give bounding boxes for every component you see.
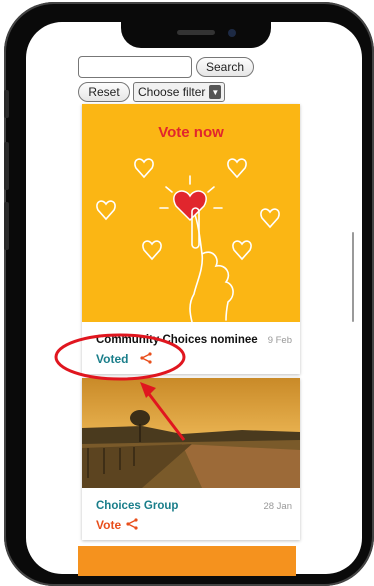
filter-select[interactable]: Choose filter ▼	[133, 82, 225, 102]
heart-outline-icon	[232, 240, 252, 261]
card-date: 28 Jan	[263, 501, 292, 512]
card-caption: Community Choices nominee 9 Feb Voted	[82, 322, 300, 374]
card-date: 9 Feb	[267, 335, 292, 346]
card-caption: Choices Group 28 Jan Vote	[82, 488, 300, 540]
search-button[interactable]: Search	[196, 57, 254, 77]
search-input[interactable]	[78, 56, 192, 78]
camera-icon	[228, 29, 236, 37]
bottom-banner[interactable]	[78, 546, 296, 576]
landscape-photo[interactable]	[82, 378, 300, 488]
voted-label[interactable]: Voted	[96, 352, 128, 366]
post-card[interactable]: Vote now Community Choices nominee 9 Feb…	[82, 104, 300, 374]
heart-outline-icon	[142, 240, 162, 261]
heart-outline-icon	[227, 158, 247, 179]
card-title[interactable]: Choices Group	[96, 500, 178, 512]
speaker-grille	[177, 30, 215, 35]
vote-now-banner[interactable]: Vote now	[82, 104, 300, 322]
heart-outline-icon	[260, 208, 280, 229]
heart-hand-illustration	[96, 158, 280, 322]
phone-screen: Search Reset Choose filter ▼ Vote now Co…	[26, 22, 362, 574]
post-card[interactable]: Choices Group 28 Jan Vote	[82, 378, 300, 540]
chevron-down-icon: ▼	[209, 85, 222, 99]
mute-switch	[4, 90, 9, 118]
phone-frame: Search Reset Choose filter ▼ Vote now Co…	[4, 2, 374, 586]
card-title[interactable]: Community Choices nominee	[96, 334, 258, 346]
filter-row: Reset Choose filter ▼	[78, 82, 225, 102]
volume-down-button	[4, 202, 9, 250]
volume-up-button	[4, 142, 9, 190]
filter-select-label: Choose filter	[138, 85, 206, 99]
heart-outline-icon	[134, 158, 154, 179]
phone-notch	[121, 22, 271, 48]
search-row: Search	[78, 56, 254, 78]
scrollbar[interactable]	[352, 232, 354, 322]
heart-outline-icon	[96, 200, 116, 221]
share-icon[interactable]	[126, 518, 138, 533]
reset-button[interactable]: Reset	[78, 82, 130, 102]
vote-link[interactable]: Vote	[96, 518, 121, 532]
share-icon[interactable]	[140, 352, 152, 367]
